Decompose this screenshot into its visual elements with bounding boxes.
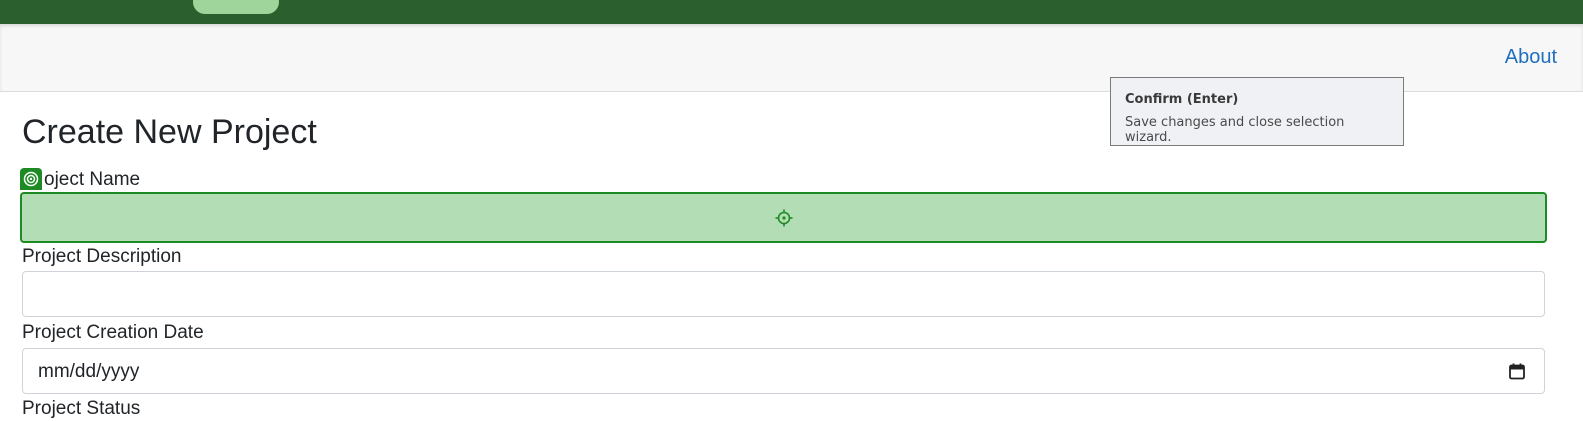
project-description-input[interactable] — [22, 271, 1545, 317]
project-description-label: Project Description — [22, 246, 182, 267]
target-icon — [20, 168, 42, 190]
app-logo[interactable] — [34, 0, 74, 4]
tooltip-body: Save changes and close selection wizard. — [1125, 115, 1345, 145]
date-placeholder: mm/dd/yyyy — [38, 361, 140, 382]
nav-active-pill[interactable] — [193, 0, 279, 14]
project-name-label: oject Name — [44, 169, 141, 190]
top-navbar — [0, 0, 1583, 24]
page-title: Create New Project — [22, 113, 317, 151]
crosshair-icon — [775, 209, 793, 227]
project-status-label: Project Status — [22, 398, 141, 419]
confirm-tooltip: Confirm (Enter) Save changes and close s… — [1110, 77, 1404, 146]
project-creation-date-input[interactable] — [22, 348, 1545, 394]
tooltip-title: Confirm (Enter) — [1125, 92, 1239, 107]
project-creation-date-label: Project Creation Date — [22, 322, 204, 343]
calendar-icon[interactable] — [1508, 362, 1526, 380]
about-link[interactable]: About — [1505, 46, 1557, 69]
